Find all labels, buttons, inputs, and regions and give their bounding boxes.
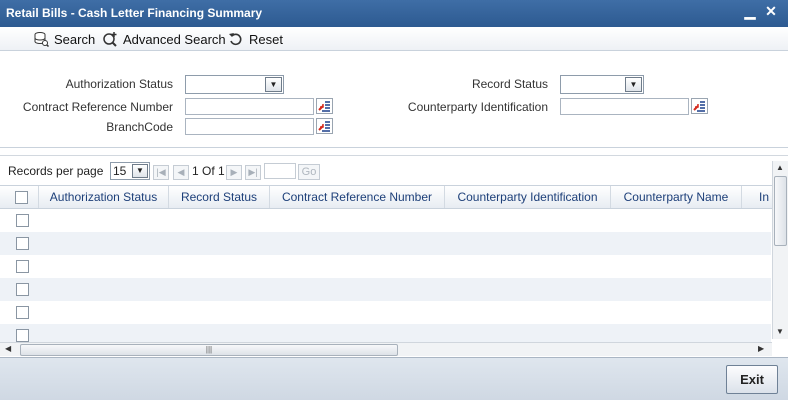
list-of-values-icon[interactable] xyxy=(316,118,333,134)
reset-label: Reset xyxy=(249,31,283,47)
previous-page-icon[interactable]: ◀ xyxy=(173,165,189,180)
column-header[interactable]: Record Status xyxy=(169,186,270,208)
record-status-select[interactable]: ▼ xyxy=(560,75,644,94)
search-label: Search xyxy=(54,31,96,47)
record-status-label: Record Status xyxy=(471,77,548,91)
advanced-search-button[interactable]: Advanced Search xyxy=(101,29,226,49)
row-checkbox[interactable] xyxy=(16,283,29,296)
column-header[interactable]: Authorization Status xyxy=(39,186,169,208)
footer: Exit xyxy=(0,357,788,400)
branch-code-input[interactable] xyxy=(185,118,314,135)
table-row[interactable] xyxy=(0,209,771,232)
database-search-icon xyxy=(32,30,50,48)
row-checkbox[interactable] xyxy=(16,329,29,342)
horizontal-scrollbar[interactable]: ◀ ||| ▶ xyxy=(0,342,772,356)
scroll-left-icon[interactable]: ◀ xyxy=(5,344,11,353)
exit-button[interactable]: Exit xyxy=(726,365,778,394)
first-page-icon[interactable]: |◀ xyxy=(153,165,169,180)
row-checkbox[interactable] xyxy=(16,237,29,250)
chevron-down-icon: ▼ xyxy=(265,77,282,92)
reset-icon xyxy=(227,30,245,48)
records-per-page-value: 15 xyxy=(113,164,127,178)
list-of-values-icon[interactable] xyxy=(691,98,708,114)
minimize-icon[interactable]: ▁ xyxy=(742,3,758,20)
select-all-checkbox[interactable] xyxy=(15,191,28,204)
toolbar: Search Advanced Search Reset xyxy=(0,27,788,51)
title-bar: Retail Bills - Cash Letter Financing Sum… xyxy=(0,0,788,27)
row-checkbox[interactable] xyxy=(16,260,29,273)
counterparty-identification-label: Counterparty Identification xyxy=(407,100,548,114)
search-button[interactable]: Search xyxy=(32,29,95,49)
table-row[interactable] xyxy=(0,278,771,301)
last-page-icon[interactable]: ▶| xyxy=(245,165,261,180)
scroll-up-icon[interactable]: ▲ xyxy=(776,163,784,172)
reset-button[interactable]: Reset xyxy=(227,29,283,49)
authorization-status-select[interactable]: ▼ xyxy=(185,75,284,94)
column-header[interactable]: Counterparty Identification xyxy=(445,186,611,208)
window-title: Retail Bills - Cash Letter Financing Sum… xyxy=(6,6,263,20)
results-grid: Records per page 15 ▼ |◀ ◀ 1 Of 1 ▶ ▶| G… xyxy=(0,155,788,356)
go-button[interactable]: Go xyxy=(298,164,320,180)
chevron-down-icon: ▼ xyxy=(132,164,148,178)
grid-header: Authorization Status Record Status Contr… xyxy=(0,185,775,209)
records-per-page-label: Records per page xyxy=(8,164,104,178)
vertical-scrollbar[interactable]: ▲ ▼ xyxy=(772,161,788,339)
close-icon[interactable]: ✕ xyxy=(763,3,779,20)
column-header[interactable]: In xyxy=(742,186,775,208)
grid-rows xyxy=(0,209,771,342)
page-number-input[interactable] xyxy=(264,163,296,179)
row-checkbox[interactable] xyxy=(16,306,29,319)
scroll-right-icon[interactable]: ▶ xyxy=(758,344,764,353)
page-info: 1 Of 1 xyxy=(192,164,225,178)
vertical-scroll-thumb[interactable] xyxy=(774,176,787,246)
next-page-icon[interactable]: ▶ xyxy=(226,165,242,180)
horizontal-scroll-thumb[interactable]: ||| xyxy=(20,344,398,356)
branch-code-label: BranchCode xyxy=(106,120,173,134)
advanced-search-label: Advanced Search xyxy=(123,31,226,47)
advanced-search-icon xyxy=(101,30,119,48)
select-all-cell xyxy=(0,186,39,208)
pager: Records per page 15 ▼ |◀ ◀ 1 Of 1 ▶ ▶| G… xyxy=(0,156,775,185)
contract-reference-label: Contract Reference Number xyxy=(22,100,173,114)
counterparty-identification-input[interactable] xyxy=(560,98,689,115)
contract-reference-input[interactable] xyxy=(185,98,314,115)
column-header[interactable]: Contract Reference Number xyxy=(270,186,445,208)
table-row[interactable] xyxy=(0,324,771,342)
table-row[interactable] xyxy=(0,255,771,278)
search-form: Authorization Status ▼ Record Status ▼ C… xyxy=(0,52,788,148)
list-of-values-icon[interactable] xyxy=(316,98,333,114)
scroll-down-icon[interactable]: ▼ xyxy=(776,327,784,336)
table-row[interactable] xyxy=(0,301,771,324)
row-checkbox[interactable] xyxy=(16,214,29,227)
table-row[interactable] xyxy=(0,232,771,255)
records-per-page-select[interactable]: 15 ▼ xyxy=(110,162,150,180)
column-header[interactable]: Counterparty Name xyxy=(611,186,742,208)
authorization-status-label: Authorization Status xyxy=(65,77,173,91)
chevron-down-icon: ▼ xyxy=(625,77,642,92)
